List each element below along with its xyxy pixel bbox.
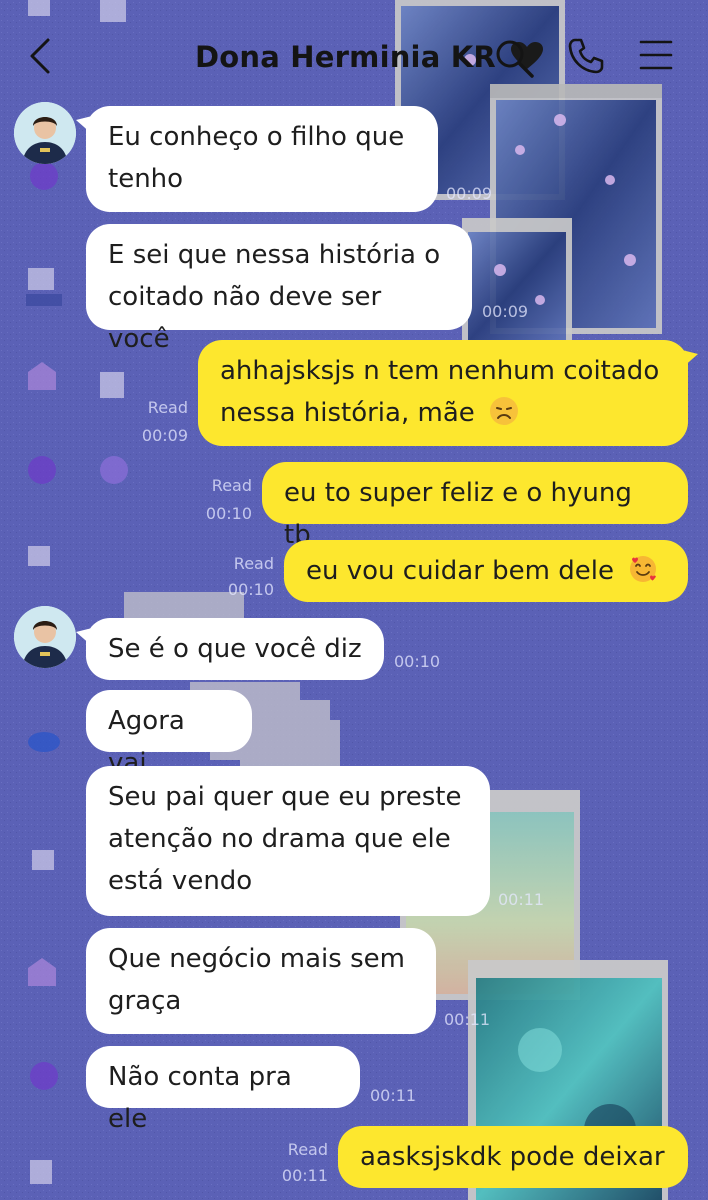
message-time: 00:09 [482,302,529,321]
message-time: 00:10 [205,504,252,523]
notepad-window-3 [462,218,572,348]
message-bubble-incoming[interactable]: Agora vai [86,690,252,778]
back-chevron-icon[interactable] [22,36,58,76]
message-time: 00:10 [227,580,274,599]
avatar-photo [14,102,76,164]
read-receipt: Read [233,554,274,573]
message-time: 00:09 [446,184,493,203]
contact-avatar[interactable] [14,102,76,164]
contact-avatar[interactable] [14,606,76,668]
message-bubble-incoming[interactable]: Eu conheço o filho que tenho [76,106,438,212]
message-bubble-outgoing[interactable]: aasksjskdk pode deixar [338,1126,688,1188]
contact-name: Dona Herminia KR [195,40,496,74]
message-line: tenho [108,164,184,194]
message-time: 00:11 [498,890,545,909]
message-line: Eu conheço o filho que [108,122,405,152]
message-bubble-incoming[interactable]: Que negócio mais sem graça [86,928,436,1034]
message-line: eu vou cuidar bem dele [306,550,666,592]
message-line: nessa história, mãe [220,392,666,434]
message-line: Não conta pra ele [108,1062,292,1134]
message-bubble-incoming[interactable]: Não conta pra ele [86,1046,360,1134]
message-bubble-incoming[interactable]: E sei que nessa história o coitado não d… [86,224,472,354]
message-bubble-outgoing[interactable]: eu to super feliz e o hyung tb [262,462,688,550]
message-time: 00:11 [370,1086,417,1105]
message-line-text: nessa história, mãe [220,398,475,428]
message-line: atenção no drama que ele [108,824,451,854]
message-line: ahhajsksjs n tem nenhum coitado [220,356,660,386]
disappointed-face-icon [490,397,519,425]
message-line: Seu pai quer que eu preste [108,782,462,812]
menu-icon[interactable] [638,38,674,72]
chat-header: Dona Herminia KR [0,0,708,112]
message-line: E sei que nessa história o [108,240,441,270]
message-bubble-incoming[interactable]: Se é o que você diz [76,618,384,680]
message-time: 00:11 [444,1010,491,1029]
message-bubble-incoming[interactable]: Seu pai quer que eu preste atenção no dr… [86,766,490,916]
message-bubble-outgoing[interactable]: eu vou cuidar bem dele [284,540,688,602]
message-line: Que negócio mais sem [108,944,405,974]
message-time: 00:11 [281,1166,328,1185]
message-time: 00:09 [141,426,188,445]
search-icon[interactable] [492,36,536,80]
read-receipt: Read [211,476,252,495]
read-receipt: Read [287,1140,328,1159]
smiling-face-with-hearts-icon [630,556,657,582]
message-line: Se é o que você diz [108,634,362,664]
message-bubble-outgoing[interactable]: ahhajsksjs n tem nenhum coitado nessa hi… [198,340,698,446]
message-line-text: eu vou cuidar bem dele [306,556,614,586]
avatar-photo [14,606,76,668]
message-line: está vendo [108,866,253,896]
phone-icon[interactable] [566,36,606,76]
message-line: aasksjskdk pode deixar [360,1142,665,1172]
read-receipt: Read [147,398,188,417]
message-line: graça [108,986,182,1016]
message-time: 00:10 [394,652,441,671]
